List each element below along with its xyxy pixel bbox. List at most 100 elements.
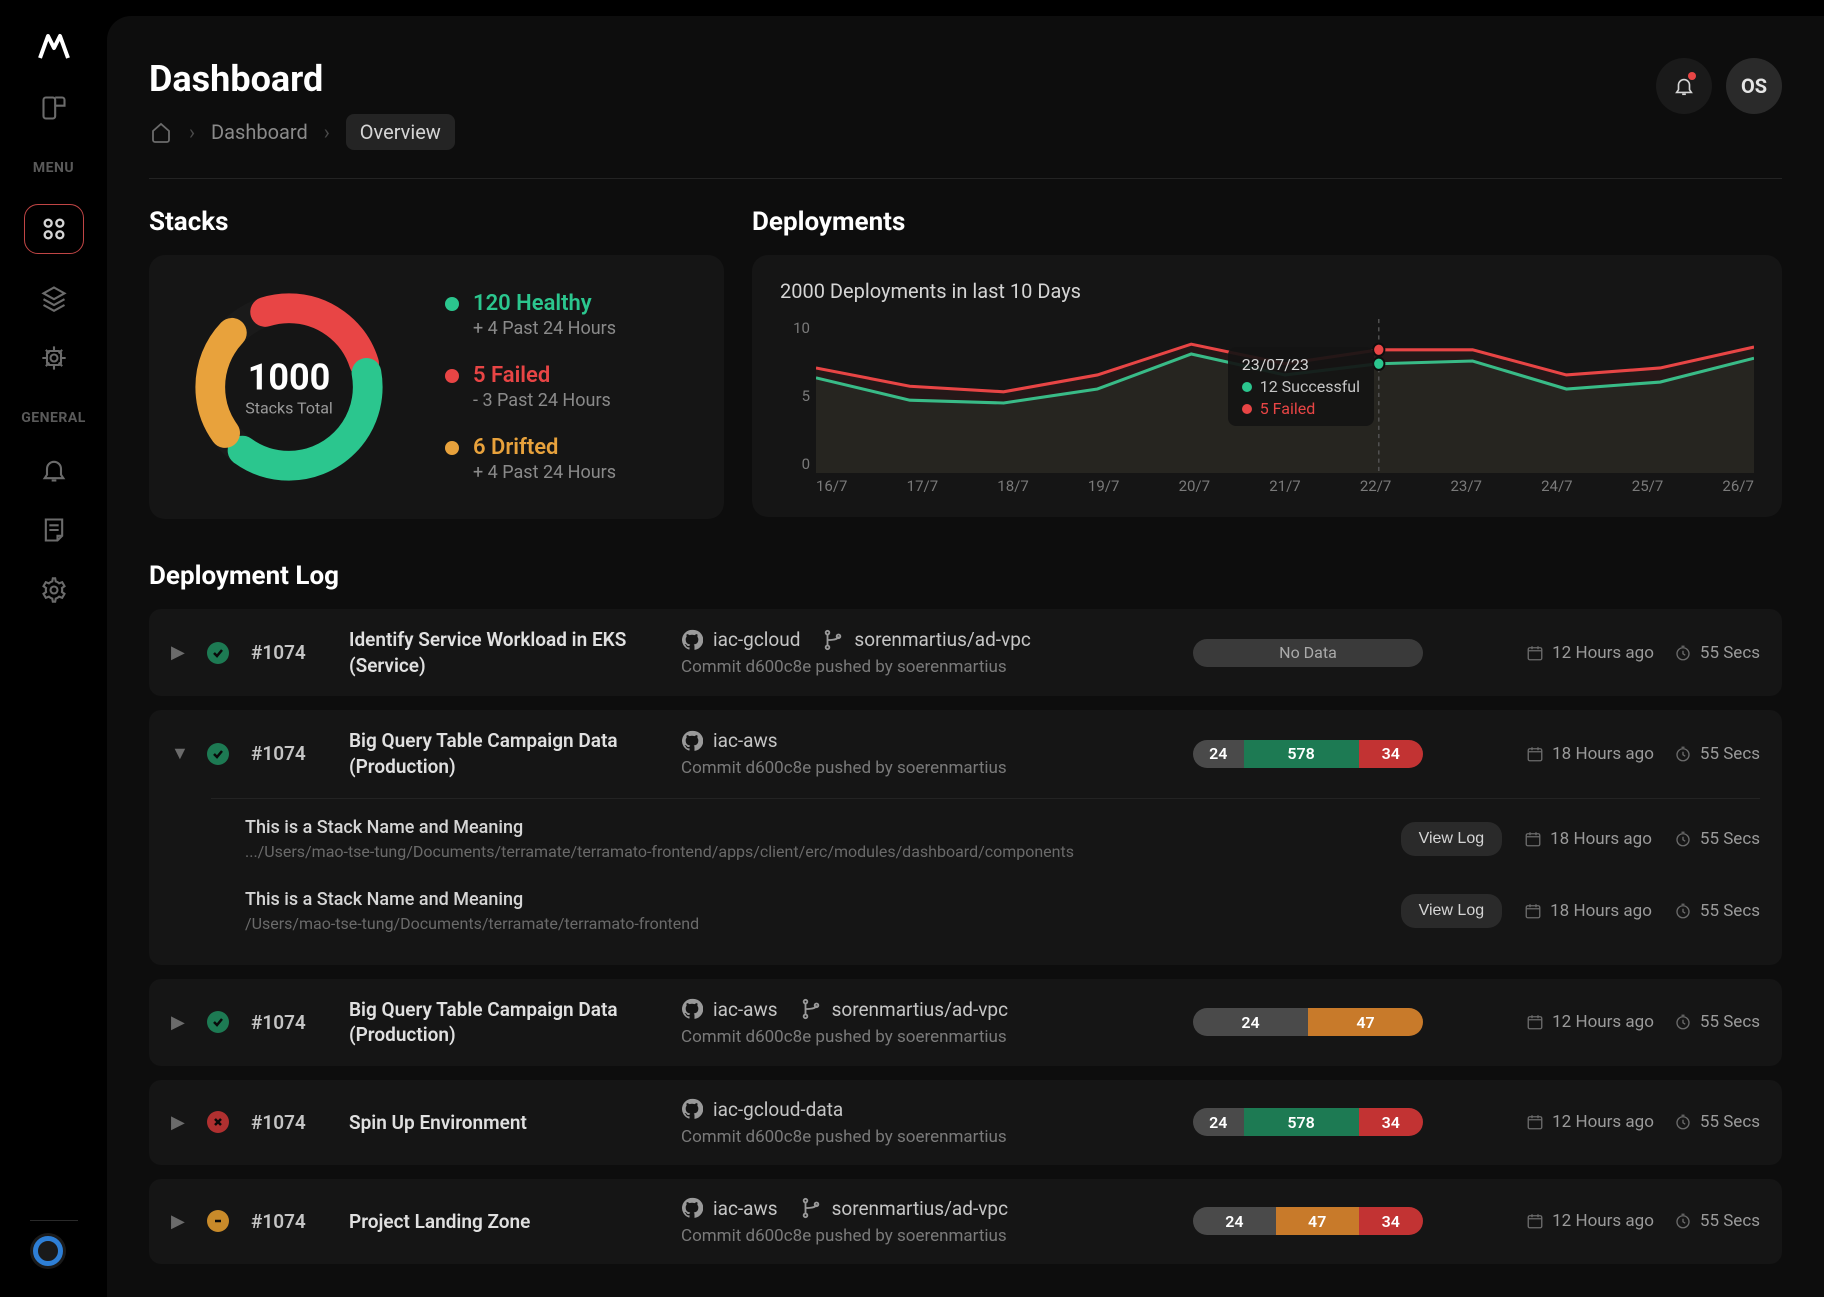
status-fail-icon [207, 1111, 229, 1133]
commit-text: Commit d600c8e pushed by soerenmartius [681, 1127, 1171, 1147]
log-duration: 55 Secs [1674, 1112, 1760, 1132]
stacks-title: Stacks [149, 207, 724, 237]
log-time: 12 Hours ago [1526, 1112, 1654, 1132]
legend-sub: - 3 Past 24 Hours [473, 390, 611, 411]
home-icon[interactable] [149, 120, 173, 144]
legend-title: 6 Drifted [473, 435, 616, 460]
x-tick: 19/7 [1088, 477, 1119, 505]
deployments-title: Deployments [752, 207, 1782, 237]
dashboard-icon[interactable] [24, 204, 84, 254]
breadcrumb-dashboard[interactable]: Dashboard [211, 120, 308, 144]
notification-dot-icon [1688, 72, 1696, 80]
log-row[interactable]: ▶ #1074 Project Landing Zone iac-aws sor… [149, 1179, 1782, 1264]
expand-caret-icon[interactable]: ▶ [171, 1012, 185, 1033]
log-duration: 55 Secs [1674, 1012, 1760, 1032]
log-duration: 55 Secs [1674, 1211, 1760, 1231]
legend-sub: + 4 Past 24 Hours [473, 318, 616, 339]
logo[interactable] [36, 28, 72, 64]
cpu-icon[interactable] [38, 342, 70, 374]
expand-caret-icon[interactable]: ▶ [171, 642, 185, 663]
sub-stack-path: .../Users/mao-tse-tung/Documents/terrama… [245, 842, 1379, 861]
layers-icon[interactable] [38, 282, 70, 314]
x-tick: 24/7 [1541, 477, 1572, 505]
sub-stack-row: This is a Stack Name and Meaning /Users/… [211, 875, 1760, 947]
avatar[interactable]: OS [1726, 58, 1782, 114]
x-tick: 25/7 [1632, 477, 1663, 505]
legend-title: 120 Healthy [473, 291, 616, 316]
dot-drifted-icon [445, 441, 459, 455]
repo[interactable]: iac-aws [681, 1197, 778, 1220]
repo[interactable]: iac-gcloud-data [681, 1098, 843, 1121]
bar-segment: 47 [1308, 1008, 1423, 1036]
chart-tooltip: 23/07/23 12 Successful 5 Failed [1228, 347, 1374, 426]
log-row[interactable]: ▼ #1074 Big Query Table Campaign Data (P… [149, 710, 1782, 964]
log-row[interactable]: ▶ #1074 Big Query Table Campaign Data (P… [149, 979, 1782, 1066]
y-tick: 0 [780, 455, 810, 473]
view-log-button[interactable]: View Log [1401, 822, 1503, 856]
commit-text: Commit d600c8e pushed by soerenmartius [681, 1027, 1171, 1047]
x-tick: 20/7 [1179, 477, 1210, 505]
bar-segment: 578 [1244, 740, 1359, 768]
chevron-right-icon: › [324, 120, 330, 144]
bar-segment: 24 [1193, 1008, 1308, 1036]
legend-title: 5 Failed [473, 363, 611, 388]
stacks-total-value: 1000 [245, 357, 333, 399]
divider [149, 178, 1782, 179]
bar-segment: 24 [1193, 740, 1244, 768]
log-time: 12 Hours ago [1526, 643, 1654, 663]
log-title: Deployment Log [149, 561, 1782, 591]
legend-sub: + 4 Past 24 Hours [473, 462, 616, 483]
legend-item-drifted: 6 Drifted + 4 Past 24 Hours [445, 435, 616, 483]
note-icon[interactable] [38, 514, 70, 546]
deployments-chart[interactable]: 1050 16/717/718/719/720/721/722/723/724/… [780, 319, 1754, 505]
bar-segment: 34 [1359, 740, 1423, 768]
commit-text: Commit d600c8e pushed by soerenmartius [681, 657, 1171, 677]
branch[interactable]: sorenmartius/ad-vpc [800, 998, 1008, 1021]
dot-green-icon [1242, 382, 1252, 392]
view-log-button[interactable]: View Log [1401, 894, 1503, 928]
x-tick: 17/7 [907, 477, 938, 505]
bell-icon[interactable] [38, 454, 70, 486]
sub-stack-name: This is a Stack Name and Meaning [245, 817, 1379, 838]
y-tick: 10 [780, 319, 810, 337]
commit-text: Commit d600c8e pushed by soerenmartius [681, 758, 1171, 778]
legend-item-failed: 5 Failed - 3 Past 24 Hours [445, 363, 616, 411]
log-row[interactable]: ▶ #1074 Spin Up Environment iac-gcloud-d… [149, 1080, 1782, 1165]
expand-caret-icon[interactable]: ▶ [171, 1211, 185, 1232]
status-success-icon [207, 642, 229, 664]
tooltip-success: 12 Successful [1260, 377, 1360, 396]
log-name: Project Landing Zone [349, 1209, 659, 1235]
repo[interactable]: iac-aws [681, 998, 778, 1021]
repo[interactable]: iac-gcloud [681, 628, 800, 651]
breadcrumb-overview[interactable]: Overview [346, 114, 455, 150]
log-duration: 55 Secs [1674, 744, 1760, 764]
bar-segment: 47 [1276, 1207, 1359, 1235]
notifications-button[interactable] [1656, 58, 1712, 114]
expand-caret-icon[interactable]: ▶ [171, 1112, 185, 1133]
log-duration: 55 Secs [1674, 829, 1760, 849]
bar-segment: 24 [1193, 1207, 1276, 1235]
sub-stack-path: /Users/mao-tse-tung/Documents/terramate/… [245, 914, 1379, 933]
branch[interactable]: sorenmartius/ad-vpc [822, 628, 1030, 651]
tooltip-failed: 5 Failed [1260, 399, 1316, 418]
panel-layout-icon[interactable] [38, 92, 70, 124]
log-duration: 55 Secs [1674, 643, 1760, 663]
branch[interactable]: sorenmartius/ad-vpc [800, 1197, 1008, 1220]
status-drift-icon [207, 1210, 229, 1232]
bar-segment: 34 [1359, 1207, 1423, 1235]
sub-stack-row: This is a Stack Name and Meaning .../Use… [211, 803, 1760, 875]
main-content: Dashboard › Dashboard › Overview OS Stac… [107, 16, 1824, 1297]
x-tick: 18/7 [997, 477, 1028, 505]
repo[interactable]: iac-aws [681, 729, 778, 752]
breadcrumb: › Dashboard › Overview [149, 114, 455, 150]
log-id: #1074 [251, 1011, 327, 1034]
menu-section-label: MENU [33, 160, 74, 176]
settings-icon[interactable] [38, 574, 70, 606]
page-title: Dashboard [149, 58, 455, 100]
log-row[interactable]: ▶ #1074 Identify Service Workload in EKS… [149, 609, 1782, 696]
help-icon[interactable] [30, 1233, 66, 1269]
sub-stack-name: This is a Stack Name and Meaning [245, 889, 1379, 910]
expand-caret-icon[interactable]: ▼ [171, 743, 185, 764]
x-tick: 22/7 [1360, 477, 1391, 505]
bar-segment: 34 [1359, 1108, 1423, 1136]
